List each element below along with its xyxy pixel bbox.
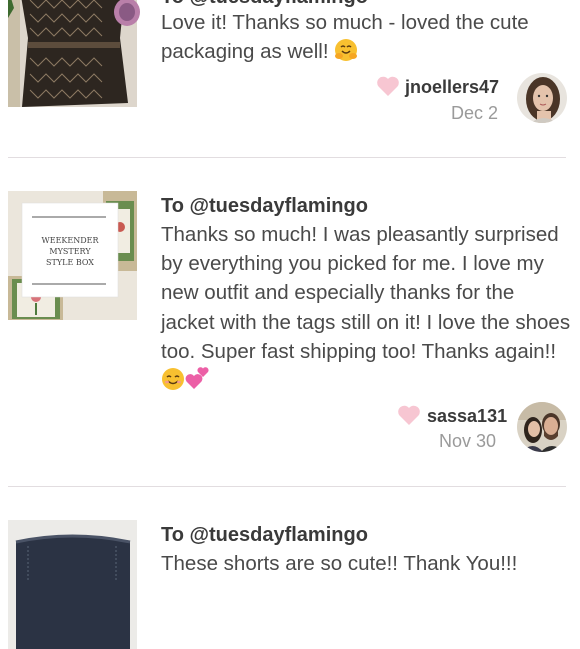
reviewer-username[interactable]: jnoellers47	[405, 77, 499, 98]
review-message: Love it! Thanks so much - loved the cute…	[161, 11, 529, 64]
like-heart-icon[interactable]	[397, 404, 421, 426]
style-box-caption: WEEKENDER MYSTERY STYLE BOX	[41, 236, 99, 267]
review-date: Dec 2	[451, 103, 499, 123]
review-divider	[8, 486, 566, 487]
reviewer-avatar[interactable]	[517, 73, 567, 123]
review-divider	[8, 157, 566, 158]
review-photo-shorts[interactable]	[8, 520, 137, 649]
review-photo-style-box[interactable]: WEEKENDER MYSTERY STYLE BOX	[8, 191, 137, 320]
review-date: Nov 30	[439, 431, 497, 451]
smiling-face-emoji-icon	[161, 367, 185, 391]
review-feed: To @tuesdayflamingo Love it! Thanks so m…	[0, 0, 580, 649]
like-heart-icon[interactable]	[376, 75, 400, 97]
two-hearts-emoji-icon	[185, 367, 209, 391]
sunglasses-graphic	[112, 0, 142, 30]
review-recipient: To @tuesdayflamingo	[161, 195, 368, 217]
review-message: Thanks so much! I was pleasantly surpris…	[161, 220, 571, 395]
hugging-face-emoji-icon	[334, 38, 358, 62]
reviewer-avatar[interactable]	[517, 402, 567, 452]
review-recipient: To @tuesdayflamingo	[161, 524, 368, 546]
reviewer-username[interactable]: sassa131	[427, 406, 507, 427]
review-message: These shorts are so cute!! Thank You!!!	[161, 552, 518, 575]
